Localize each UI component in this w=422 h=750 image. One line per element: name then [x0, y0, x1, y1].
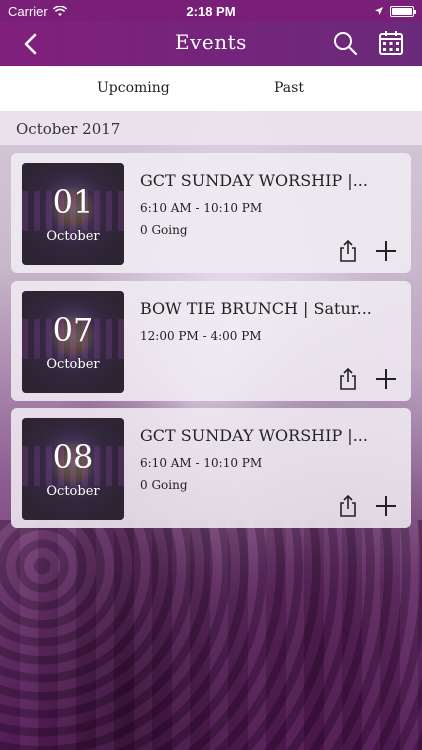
battery-icon — [390, 5, 416, 17]
event-time: 6:10 AM - 10:10 PM — [140, 456, 263, 470]
navigation-bar: Events — [0, 22, 422, 66]
add-icon[interactable] — [375, 240, 397, 262]
calendar-icon[interactable] — [378, 30, 404, 56]
event-month: October — [46, 484, 100, 499]
event-day: 08 — [52, 438, 94, 476]
share-icon[interactable] — [337, 494, 359, 518]
event-thumbnail: 07 October — [22, 291, 124, 393]
event-card[interactable]: 08 October GCT SUNDAY WORSHIP |... 6:10 … — [11, 408, 411, 528]
search-icon[interactable] — [332, 30, 358, 56]
battery-fill — [392, 7, 412, 15]
event-title: BOW TIE BRUNCH | Satur... — [140, 299, 372, 318]
add-icon[interactable] — [375, 495, 397, 517]
segmented-tabs: Upcoming Past — [0, 66, 422, 111]
tab-upcoming[interactable]: Upcoming — [97, 80, 170, 96]
event-going-count: 0 Going — [140, 223, 188, 237]
event-title: GCT SUNDAY WORSHIP |... — [140, 171, 368, 190]
event-thumbnail: 01 October — [22, 163, 124, 265]
event-day: 01 — [52, 183, 94, 221]
event-time: 12:00 PM - 4:00 PM — [140, 329, 262, 343]
event-card[interactable]: 07 October BOW TIE BRUNCH | Satur... 12:… — [11, 281, 411, 401]
add-icon[interactable] — [375, 368, 397, 390]
status-bar: Carrier 2:18 PM — [0, 0, 422, 22]
share-icon[interactable] — [337, 239, 359, 263]
month-section-header: October 2017 — [0, 111, 422, 145]
event-month: October — [46, 229, 100, 244]
status-time: 2:18 PM — [186, 3, 236, 19]
event-going-count: 0 Going — [140, 478, 188, 492]
event-day: 07 — [52, 311, 94, 349]
share-icon[interactable] — [337, 367, 359, 391]
event-card[interactable]: 01 October GCT SUNDAY WORSHIP |... 6:10 … — [11, 153, 411, 273]
page-title: Events — [175, 30, 247, 54]
event-thumbnail: 08 October — [22, 418, 124, 520]
event-month: October — [46, 357, 100, 372]
background-crowd — [0, 520, 422, 750]
event-time: 6:10 AM - 10:10 PM — [140, 201, 263, 215]
event-title: GCT SUNDAY WORSHIP |... — [140, 426, 368, 445]
tab-past[interactable]: Past — [274, 80, 304, 96]
